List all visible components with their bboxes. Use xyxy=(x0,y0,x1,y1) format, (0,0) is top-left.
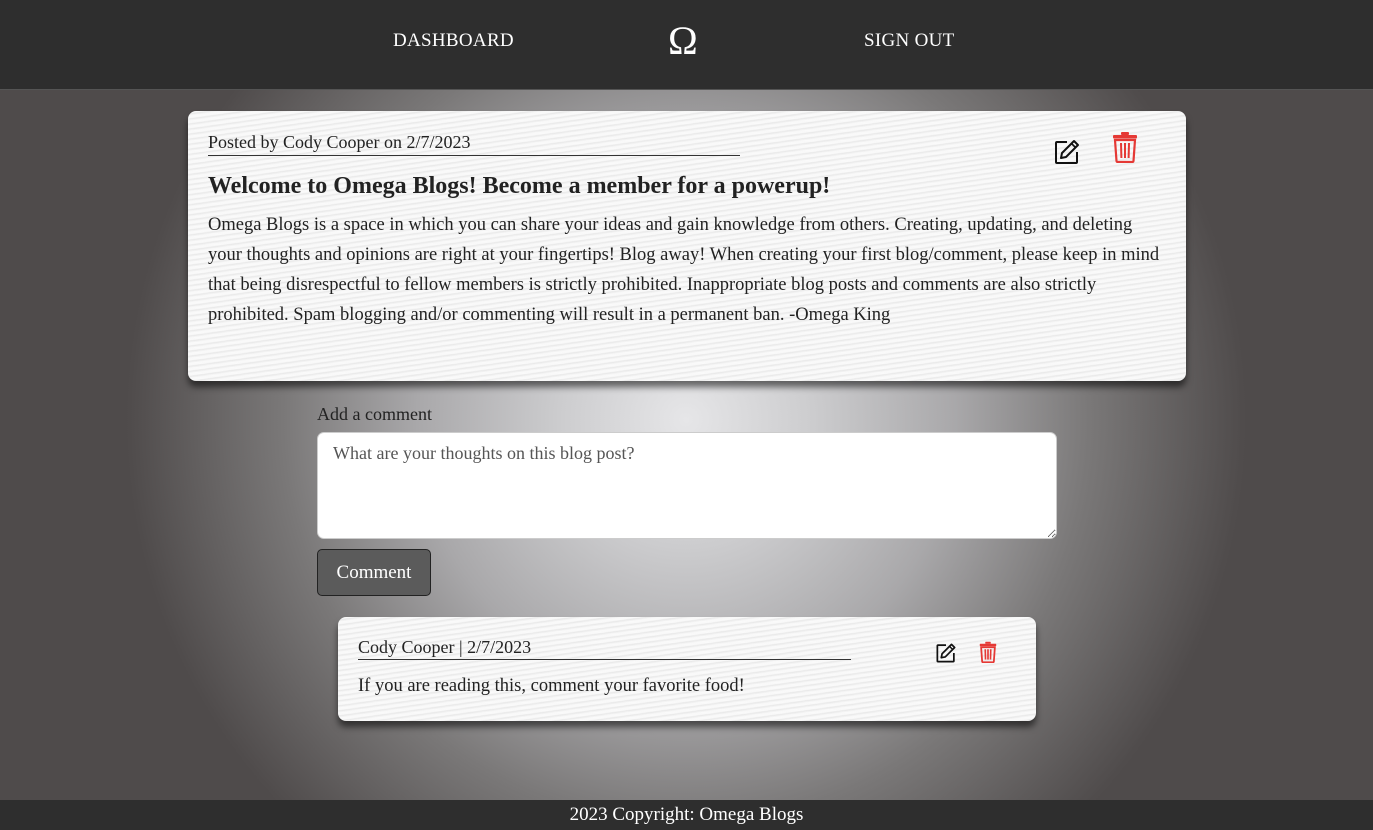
omega-logo[interactable]: Ω xyxy=(668,18,698,64)
blog-post-card: Posted by Cody Cooper on 2/7/2023 Welcom… xyxy=(188,111,1186,381)
comment-submit-button[interactable]: Comment xyxy=(317,549,431,596)
trash-icon xyxy=(979,641,997,664)
comment-meta: Cody Cooper | 2/7/2023 xyxy=(358,636,851,660)
comment-textarea[interactable] xyxy=(317,432,1057,539)
footer-copyright: 2023 Copyright: Omega Blogs xyxy=(569,804,804,825)
comment-text: If you are reading this, comment your fa… xyxy=(358,676,745,696)
delete-comment-button[interactable] xyxy=(979,641,997,664)
sign-out-link[interactable]: SIGN OUT xyxy=(864,30,955,52)
navbar: DASHBOARD Ω SIGN OUT xyxy=(0,0,1373,90)
comment-card: Cody Cooper | 2/7/2023 If you are readin… xyxy=(338,617,1036,721)
edit-icon xyxy=(1055,140,1079,164)
dashboard-link[interactable]: DASHBOARD xyxy=(393,30,514,52)
edit-icon xyxy=(936,643,956,663)
post-meta: Posted by Cody Cooper on 2/7/2023 xyxy=(208,131,740,156)
trash-icon xyxy=(1113,132,1137,164)
edit-post-button[interactable] xyxy=(1053,138,1081,166)
post-body: Omega Blogs is a space in which you can … xyxy=(208,215,1160,325)
add-comment-label: Add a comment xyxy=(317,404,432,424)
edit-comment-button[interactable] xyxy=(935,642,957,664)
post-title: Welcome to Omega Blogs! Become a member … xyxy=(208,173,831,199)
delete-post-button[interactable] xyxy=(1112,131,1138,164)
footer: 2023 Copyright: Omega Blogs xyxy=(0,800,1373,830)
